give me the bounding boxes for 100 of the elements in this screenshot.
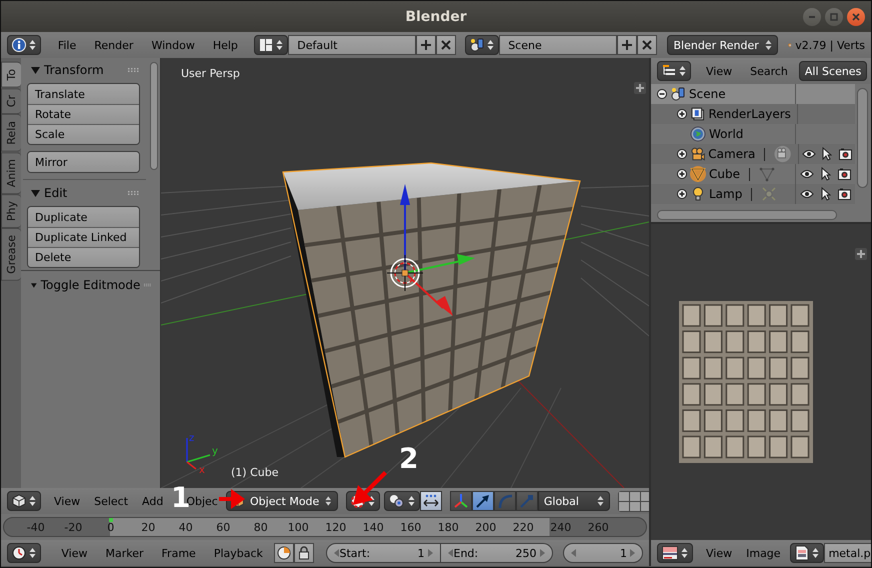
manipulator-button[interactable] xyxy=(472,491,494,511)
expand-icon[interactable] xyxy=(677,109,687,119)
manipulator-button[interactable] xyxy=(450,491,472,511)
tool-button[interactable]: Rotate xyxy=(28,104,139,124)
lock-button[interactable] xyxy=(294,543,314,563)
tool-button[interactable]: Duplicate Linked xyxy=(28,227,139,247)
tree-item-label[interactable]: Scene xyxy=(689,87,726,101)
transform-gizmo[interactable] xyxy=(400,184,475,316)
panel-title[interactable]: Transform xyxy=(44,63,124,77)
scrollbar-thumb[interactable] xyxy=(657,210,837,220)
info-icon xyxy=(12,38,26,52)
mesh-data-icon xyxy=(758,166,775,182)
menu-item[interactable]: Search xyxy=(743,64,795,78)
layout-name-field[interactable]: Default xyxy=(288,35,416,55)
tree-item-label[interactable]: Camera xyxy=(708,147,756,161)
shelf-tab[interactable]: Grease xyxy=(1,228,21,281)
timeline-ruler[interactable]: -40 -20 0 20 40 60 80 100 120 140 160 180 200 220 240 260 xyxy=(3,517,647,537)
frame-number: 160 xyxy=(399,520,422,534)
scrollbar-thumb[interactable] xyxy=(857,88,868,188)
menu-item[interactable]: View xyxy=(701,546,738,560)
updown-arrows-icon xyxy=(679,65,686,77)
camera-icon[interactable] xyxy=(838,148,852,160)
shelf-tab[interactable]: Cr xyxy=(1,88,21,114)
add-button[interactable] xyxy=(416,35,436,55)
menu-item[interactable]: Render xyxy=(87,38,140,52)
shelf-tab[interactable]: Rela xyxy=(1,114,21,152)
mode-dropdown[interactable]: Object Mode xyxy=(226,491,338,511)
delete-button[interactable] xyxy=(637,35,658,55)
disclosure-triangle-icon[interactable] xyxy=(31,280,37,290)
menu-item[interactable]: Help xyxy=(206,38,245,52)
image-name-field[interactable]: metal.p xyxy=(824,543,871,563)
expand-icon[interactable] xyxy=(677,149,687,159)
menu-item[interactable]: View xyxy=(54,546,94,560)
tree-item-label[interactable]: Cube xyxy=(709,167,740,181)
tool-button[interactable]: Translate xyxy=(28,84,139,104)
close-icon xyxy=(440,39,452,51)
menu-item[interactable]: Objec xyxy=(186,494,218,508)
render-engine-dropdown[interactable]: Blender Render xyxy=(667,35,778,55)
shelf-tab[interactable]: Anim xyxy=(1,152,21,194)
menu-item[interactable]: View xyxy=(49,494,86,508)
tree-item-label[interactable]: Lamp xyxy=(709,187,742,201)
tool-button[interactable]: Mirror xyxy=(28,152,139,172)
panel-title[interactable]: Edit xyxy=(44,186,124,200)
scene-selector[interactable] xyxy=(465,35,500,55)
menu-item[interactable]: Image xyxy=(741,546,786,560)
expand-icon[interactable] xyxy=(677,169,687,179)
eye-icon[interactable] xyxy=(800,169,814,179)
pointer-icon[interactable] xyxy=(822,147,832,161)
pointer-icon[interactable] xyxy=(820,167,831,181)
menu-item[interactable]: Marker xyxy=(98,546,151,560)
version-stats: v2.79 | Verts xyxy=(795,38,865,52)
camera-icon[interactable] xyxy=(838,168,852,180)
add-button[interactable] xyxy=(617,35,638,55)
pointer-icon[interactable] xyxy=(820,187,831,201)
collapse-icon[interactable] xyxy=(657,89,667,99)
updown-arrows-icon xyxy=(29,547,36,559)
transform-toggle-button[interactable] xyxy=(420,491,442,511)
close-button[interactable] xyxy=(847,8,865,26)
tool-button[interactable]: Scale xyxy=(28,124,139,144)
frame-number: 180 xyxy=(436,520,460,534)
tool-button[interactable]: Duplicate xyxy=(28,207,139,227)
editor-type-button[interactable] xyxy=(657,61,691,81)
view-name: User Persp xyxy=(181,67,240,80)
region-expand-button[interactable] xyxy=(855,248,867,260)
disclosure-triangle-icon[interactable] xyxy=(31,188,40,198)
shelf-tab[interactable]: Phy xyxy=(1,194,21,228)
menu-item[interactable]: Frame xyxy=(154,546,203,560)
tree-item-label[interactable]: World xyxy=(709,127,744,141)
updown-arrows-icon xyxy=(487,39,494,51)
menu-item[interactable]: Select xyxy=(89,494,134,508)
orientation-dropdown[interactable]: Global xyxy=(538,491,610,511)
keying-button[interactable] xyxy=(274,543,294,563)
editor-type-button[interactable] xyxy=(657,543,693,563)
close-icon xyxy=(852,12,860,20)
editor-type-button[interactable] xyxy=(7,543,41,563)
updown-arrows-icon xyxy=(29,495,36,507)
shading-dropdown[interactable] xyxy=(384,491,420,511)
editor-type-button[interactable] xyxy=(7,491,41,511)
scene-name-field[interactable]: Scene xyxy=(499,35,618,55)
menu-item[interactable]: Playback xyxy=(206,546,270,560)
region-expand-button[interactable] xyxy=(634,82,646,94)
panel-title[interactable]: Toggle Editmode xyxy=(40,278,140,292)
delete-button[interactable] xyxy=(436,35,456,55)
menu-item[interactable]: Add xyxy=(137,494,168,508)
plus-icon xyxy=(621,39,634,51)
display-mode-dropdown[interactable]: All Scenes xyxy=(798,61,868,81)
image-browse-button[interactable] xyxy=(790,543,824,563)
menu-item[interactable]: View xyxy=(699,64,740,78)
menu-item[interactable]: File xyxy=(50,38,84,52)
layout-selector[interactable] xyxy=(254,35,288,55)
scrollbar-thumb[interactable] xyxy=(150,62,158,170)
disclosure-triangle-icon[interactable] xyxy=(31,66,40,74)
editor-type-button[interactable] xyxy=(7,35,41,55)
eye-icon[interactable] xyxy=(802,149,816,159)
camera-icon[interactable] xyxy=(838,188,852,200)
eye-icon[interactable] xyxy=(800,189,814,199)
shelf-tab[interactable]: To xyxy=(1,62,21,88)
expand-icon[interactable] xyxy=(677,189,687,199)
menu-item[interactable]: Window xyxy=(144,38,202,52)
tool-button[interactable]: Delete xyxy=(28,247,139,267)
